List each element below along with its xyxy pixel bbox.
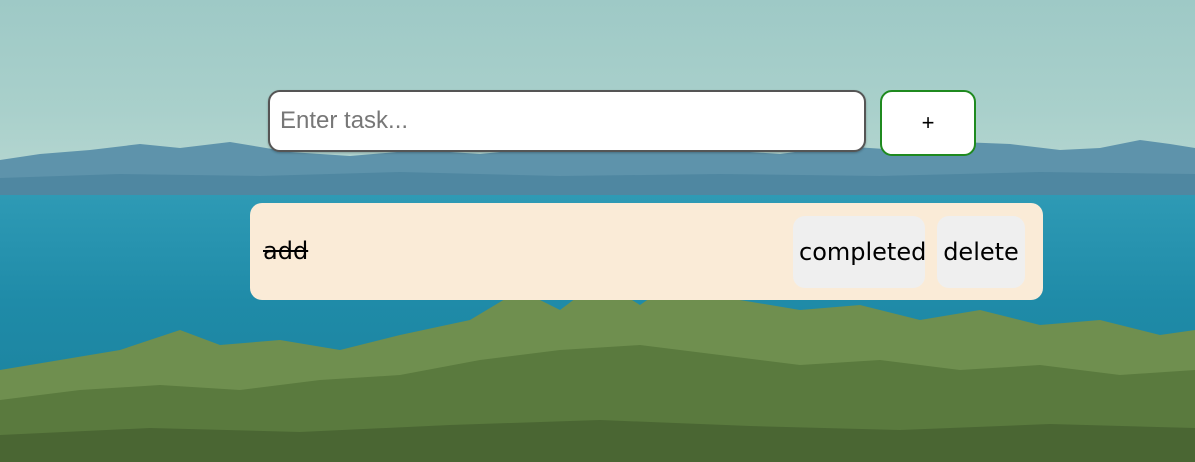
add-task-button[interactable]: + <box>880 90 976 156</box>
task-text: add <box>263 237 309 265</box>
delete-button[interactable]: delete <box>937 216 1025 288</box>
task-item: add completed delete <box>250 203 1043 300</box>
completed-button[interactable]: completed <box>793 216 926 288</box>
task-input[interactable] <box>268 90 866 152</box>
